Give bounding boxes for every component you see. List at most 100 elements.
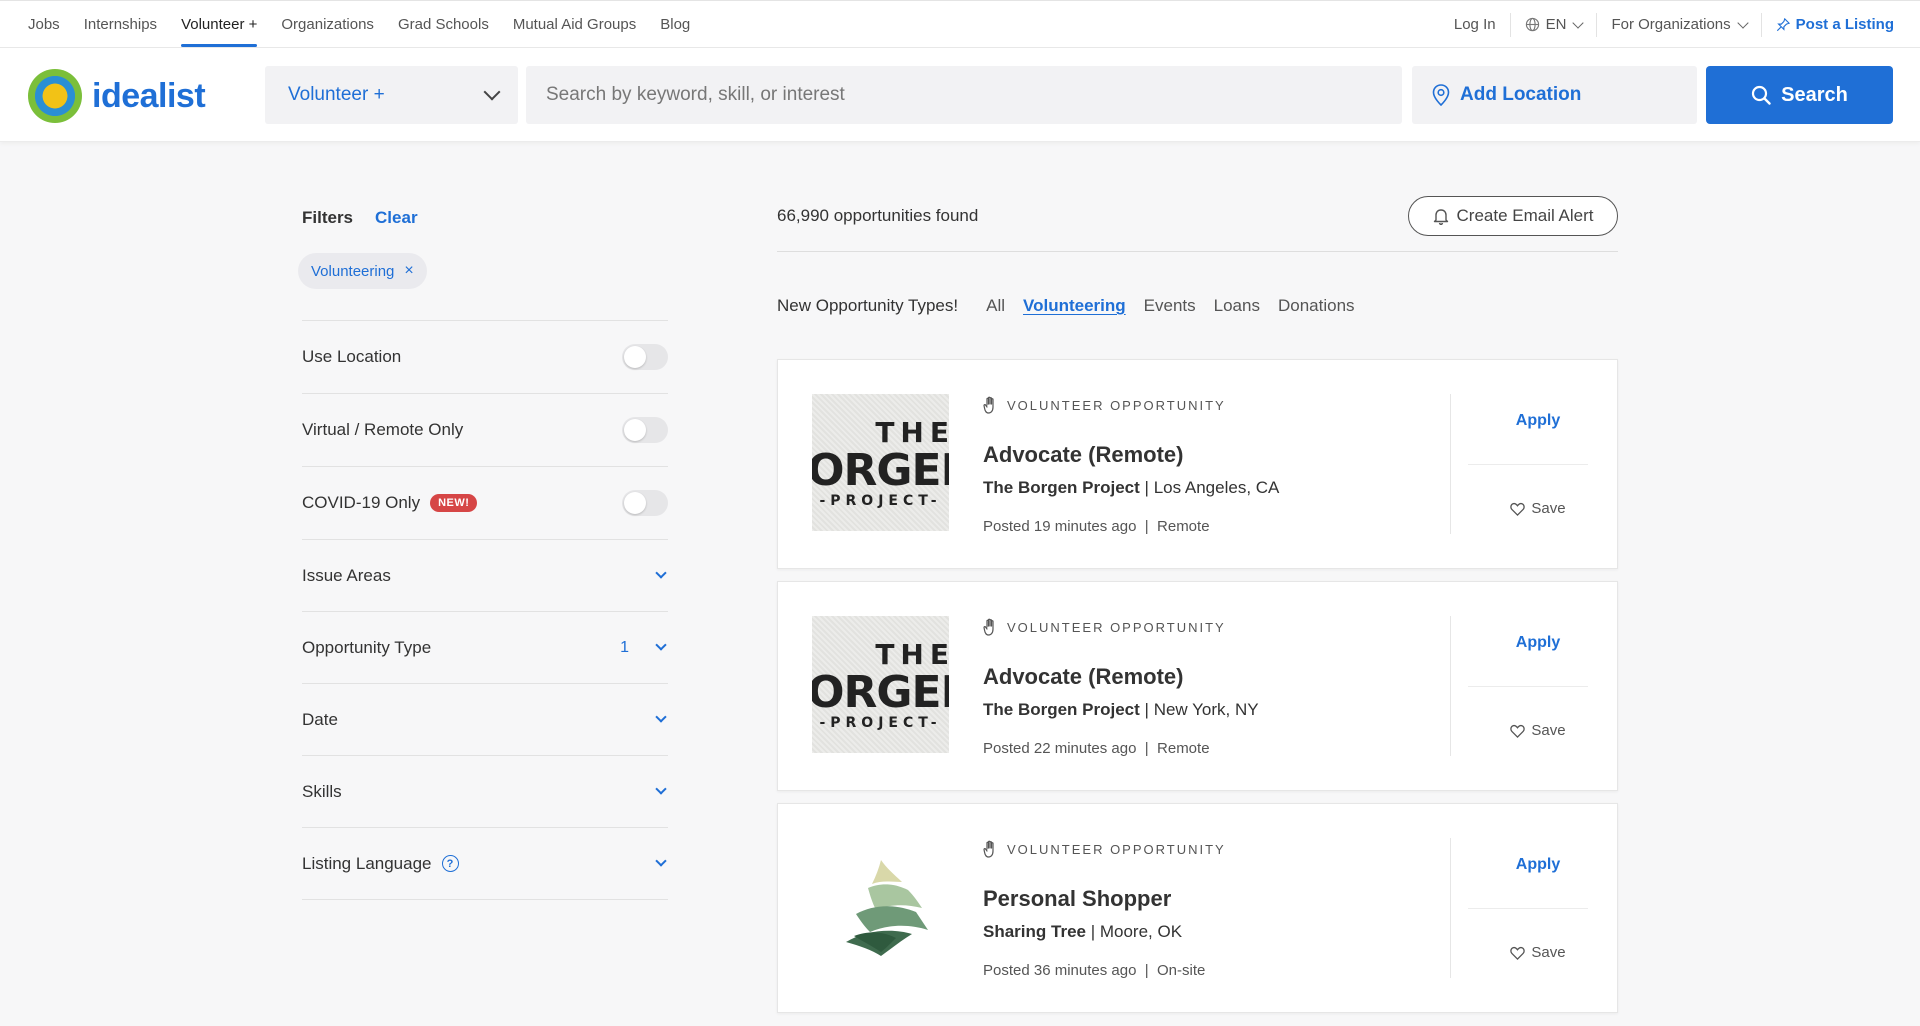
help-icon[interactable]: ?: [441, 855, 459, 872]
action-divider: [1468, 464, 1588, 465]
apply-button[interactable]: Apply: [1468, 856, 1608, 874]
listing-card[interactable]: THE BORGEN -PROJECT- VOLUNTEER OPPORTUNI…: [777, 581, 1618, 791]
filter-date[interactable]: Date: [302, 684, 668, 756]
opportunity-type-tabs: New Opportunity Types! All Volunteering …: [777, 296, 1373, 316]
listing-title[interactable]: Advocate (Remote): [983, 664, 1183, 690]
tab-volunteering[interactable]: Volunteering: [1023, 296, 1126, 316]
tab-events[interactable]: Events: [1144, 296, 1196, 316]
for-organizations-menu[interactable]: For Organizations: [1596, 12, 1760, 37]
results-count: 66,990 opportunities found: [777, 206, 979, 225]
save-button[interactable]: Save: [1468, 944, 1608, 961]
chevron-down-icon: [1736, 16, 1749, 29]
pin-icon: [1776, 17, 1790, 31]
covid-only-toggle[interactable]: [622, 490, 668, 516]
main-header: idealist Volunteer + Add Location Search: [0, 48, 1920, 142]
listing-org: Sharing Tree | Moore, OK: [983, 922, 1183, 941]
chevron-down-icon: [1572, 16, 1585, 29]
filter-listing-language[interactable]: Listing Language ?: [302, 828, 668, 900]
nav-volunteer[interactable]: Volunteer +: [181, 1, 258, 48]
language-label: EN: [1545, 16, 1567, 33]
save-button[interactable]: Save: [1468, 722, 1608, 739]
top-nav: Jobs Internships Volunteer + Organizatio…: [0, 0, 1920, 48]
org-name[interactable]: The Borgen Project: [983, 478, 1140, 497]
nav-organizations[interactable]: Organizations: [281, 1, 374, 48]
location-input[interactable]: Add Location: [1412, 66, 1697, 124]
listing-card[interactable]: VOLUNTEER OPPORTUNITY Personal Shopper S…: [777, 803, 1618, 1013]
save-label: Save: [1531, 722, 1566, 739]
filter-label: Use Location: [302, 347, 402, 366]
new-badge: NEW!: [430, 494, 478, 512]
virtual-remote-toggle[interactable]: [622, 417, 668, 443]
filter-label: Opportunity Type: [302, 637, 432, 657]
listing-type-value: Volunteer +: [288, 84, 385, 105]
location-pin-icon: [1432, 84, 1450, 106]
save-button[interactable]: Save: [1468, 500, 1608, 517]
search-icon: [1752, 85, 1771, 105]
org-name[interactable]: The Borgen Project: [983, 700, 1140, 719]
filter-label: Virtual / Remote Only: [302, 420, 464, 439]
apply-button[interactable]: Apply: [1468, 634, 1608, 652]
filter-issue-areas[interactable]: Issue Areas: [302, 540, 668, 612]
logo-text: idealist: [92, 76, 206, 115]
work-mode: Remote: [1157, 740, 1210, 757]
listing-type-select[interactable]: Volunteer +: [265, 66, 518, 124]
bell-icon: [1433, 208, 1448, 225]
remove-filter-icon[interactable]: ×: [404, 262, 413, 280]
heart-icon: [1510, 724, 1526, 738]
org-logo-borgen[interactable]: THE BORGEN -PROJECT-: [812, 616, 949, 753]
logo-text: -PROJECT-: [819, 493, 942, 509]
create-email-alert-button[interactable]: Create Email Alert: [1408, 196, 1618, 236]
idealist-logo[interactable]: idealist: [28, 69, 206, 123]
filter-skills[interactable]: Skills: [302, 756, 668, 828]
nav-grad-schools[interactable]: Grad Schools: [398, 1, 489, 48]
listing-org: The Borgen Project | Los Angeles, CA: [983, 478, 1280, 497]
chevron-down-icon: [655, 639, 667, 651]
nav-blog[interactable]: Blog: [660, 1, 690, 48]
tab-all[interactable]: All: [986, 296, 1005, 316]
heart-icon: [1510, 502, 1526, 516]
clear-filters-button[interactable]: Clear: [375, 208, 418, 228]
card-divider: [1450, 838, 1451, 978]
listing-title[interactable]: Advocate (Remote): [983, 442, 1183, 468]
work-mode: On-site: [1157, 962, 1206, 979]
hand-icon: [983, 396, 994, 414]
nav-internships[interactable]: Internships: [84, 1, 157, 48]
search-input[interactable]: [526, 66, 1402, 124]
nav-mutual-aid[interactable]: Mutual Aid Groups: [513, 1, 636, 48]
org-name[interactable]: Sharing Tree: [983, 922, 1086, 941]
listing-type: VOLUNTEER OPPORTUNITY: [983, 396, 1226, 414]
org-logo-borgen[interactable]: THE BORGEN -PROJECT-: [812, 394, 949, 531]
login-link[interactable]: Log In: [1440, 13, 1510, 37]
posted-time: Posted 19 minutes ago: [983, 518, 1137, 535]
listing-location: New York, NY: [1153, 700, 1259, 719]
apply-button[interactable]: Apply: [1468, 412, 1608, 430]
accordion-controls: [655, 711, 668, 723]
listing-type: VOLUNTEER OPPORTUNITY: [983, 840, 1226, 858]
listing-title[interactable]: Personal Shopper: [983, 886, 1171, 912]
tab-donations[interactable]: Donations: [1278, 296, 1355, 316]
language-select[interactable]: EN: [1509, 12, 1597, 37]
action-divider: [1468, 908, 1588, 909]
org-logo-sharing-tree[interactable]: [812, 838, 949, 975]
listing-card[interactable]: THE BORGEN -PROJECT- VOLUNTEER OPPORTUNI…: [777, 359, 1618, 569]
action-divider: [1468, 686, 1588, 687]
tab-loans[interactable]: Loans: [1214, 296, 1260, 316]
use-location-toggle[interactable]: [622, 344, 668, 370]
listing-meta: Posted 22 minutes ago | Remote: [983, 740, 1210, 757]
post-listing-link[interactable]: Post a Listing: [1760, 12, 1894, 37]
logo-text: BORGEN: [812, 667, 949, 718]
save-label: Save: [1531, 500, 1566, 517]
search-button[interactable]: Search: [1706, 66, 1893, 124]
active-filter-chip: Volunteering ×: [298, 253, 427, 289]
chevron-down-icon: [483, 83, 501, 101]
tree-logo-icon: [845, 859, 928, 956]
logo-text: -PROJECT-: [819, 715, 942, 731]
nav-jobs[interactable]: Jobs: [28, 1, 60, 48]
accordion-controls: [655, 783, 668, 795]
listing-meta: Posted 19 minutes ago | Remote: [983, 518, 1210, 535]
chevron-down-icon: [655, 711, 667, 723]
top-nav-right: Log In EN For Organizations Post a Listi…: [1440, 1, 1894, 48]
filter-covid: COVID-19 Only NEW!: [302, 467, 668, 540]
chevron-down-icon: [655, 783, 667, 795]
filter-opportunity-type[interactable]: Opportunity Type 1: [302, 612, 668, 684]
